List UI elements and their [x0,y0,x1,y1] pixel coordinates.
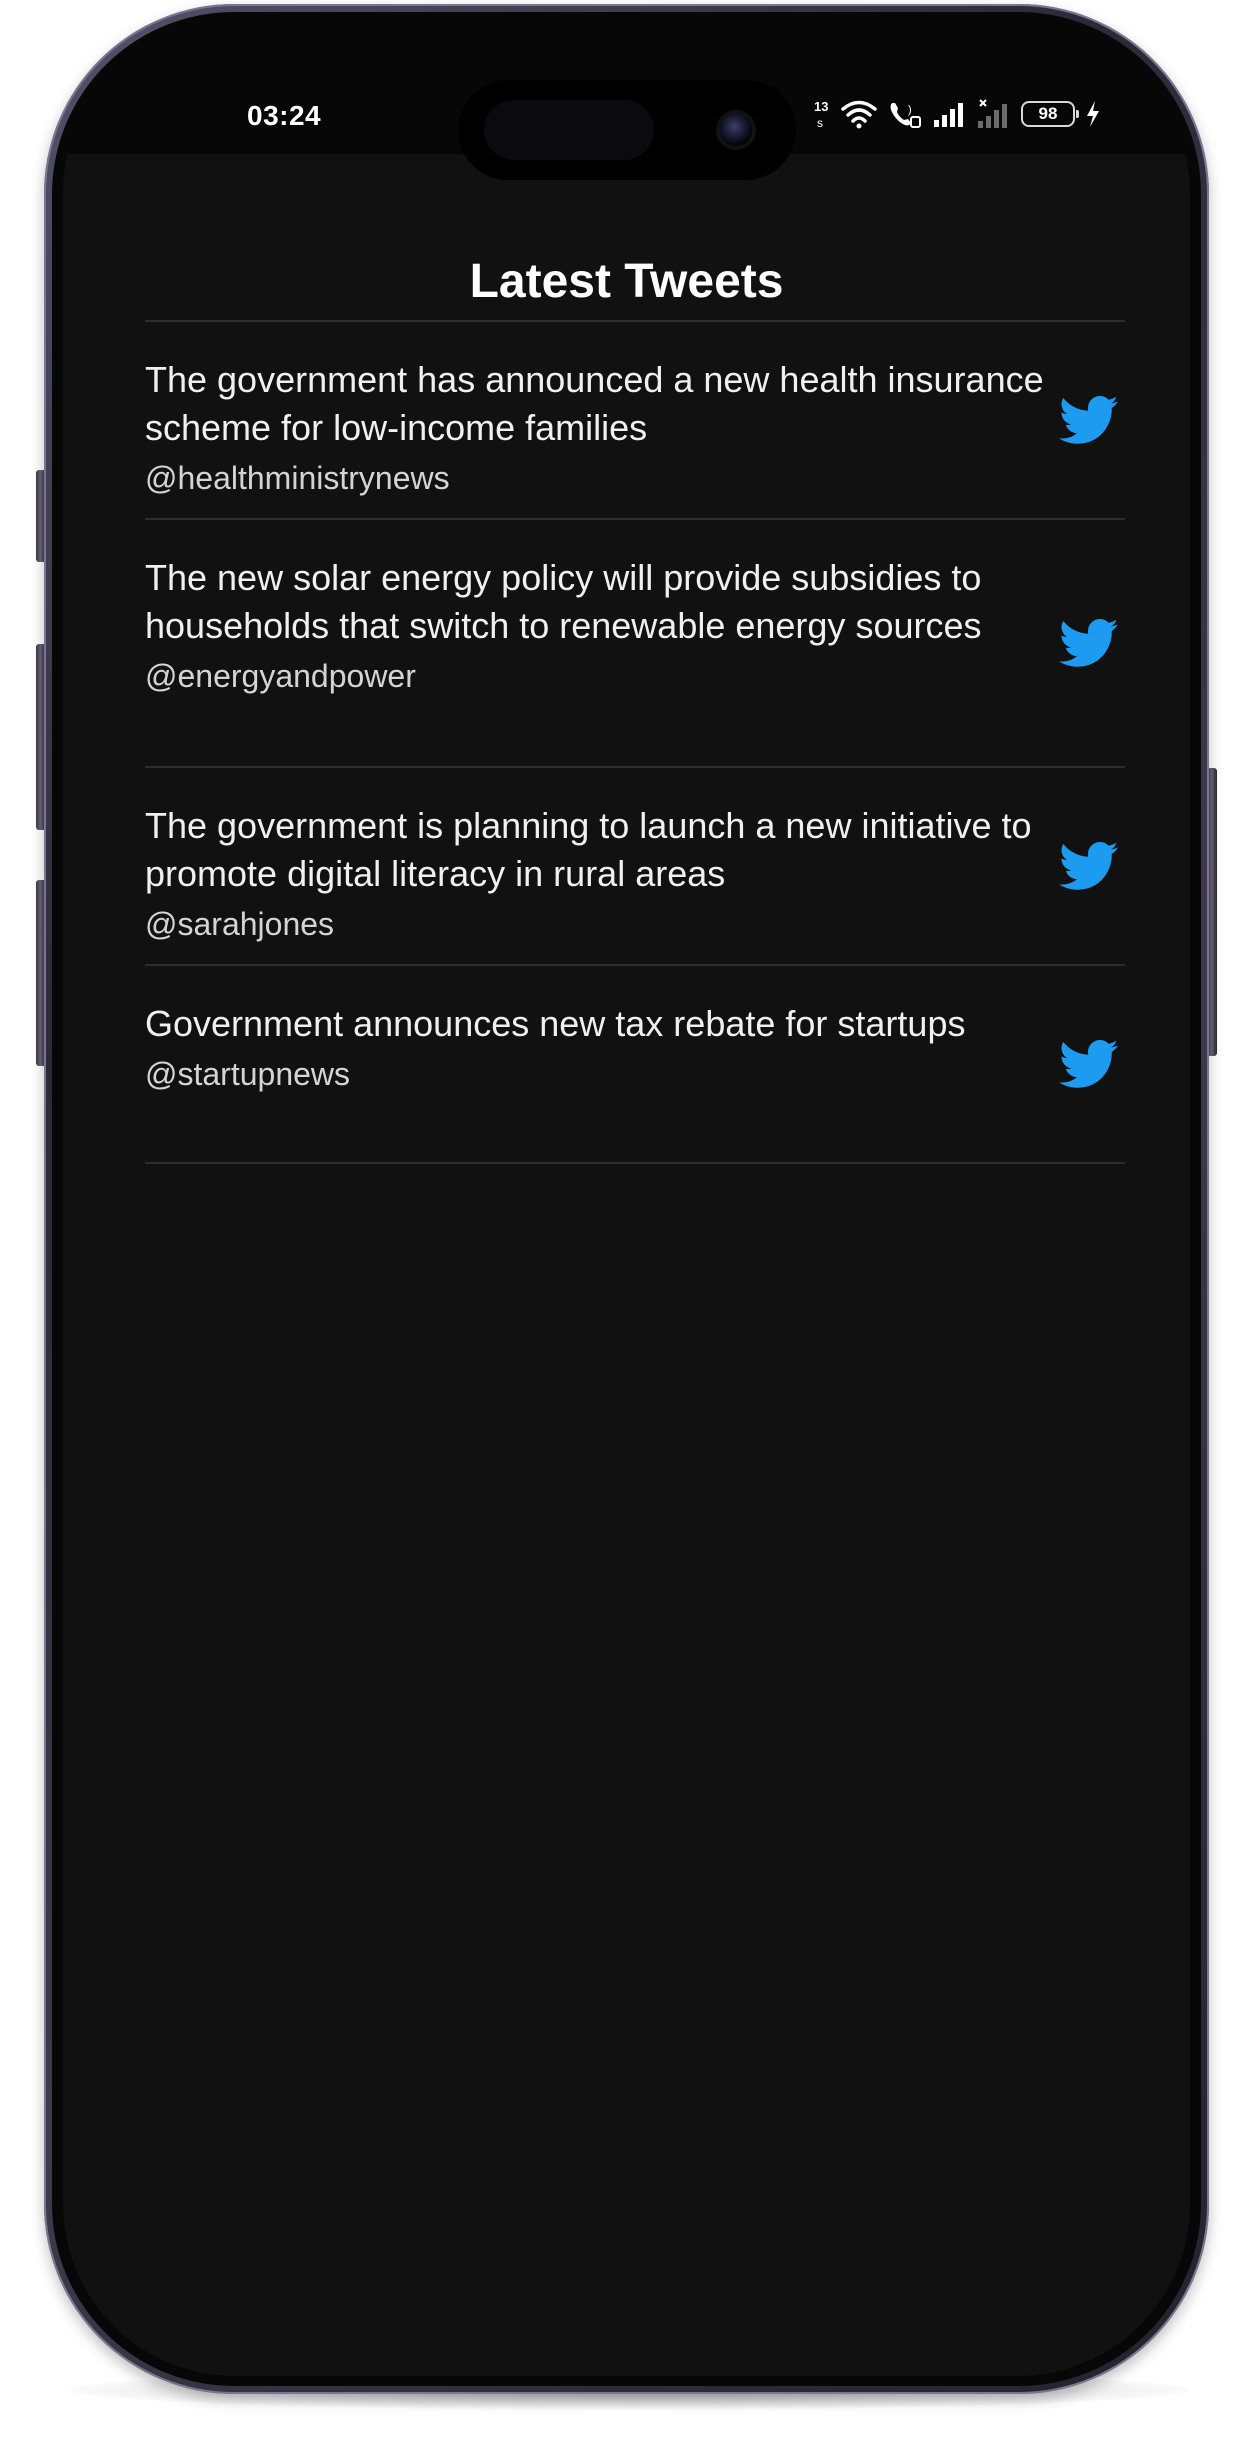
tweet-item[interactable]: Government announces new tax rebate for … [145,966,1125,1164]
tweet-body: The new solar energy policy will provide… [145,520,1059,696]
tweet-text: The new solar energy policy will provide… [145,557,982,646]
tweet-item[interactable]: The new solar energy policy will provide… [145,520,1125,768]
tweet-body: The government has announced a new healt… [145,322,1059,498]
wifi-icon [841,100,877,129]
status-bar: 03:24 13 s ) 98 [63,22,1190,180]
battery-icon: 98 [1021,101,1079,127]
tweet-text: The government has announced a new healt… [145,359,1044,448]
charging-icon [1087,101,1099,127]
tweet-body: Government announces new tax rebate for … [145,966,1059,1094]
island-sensor [484,100,654,160]
signal-icon [934,103,963,127]
tweet-handle[interactable]: @sarahjones [145,904,1059,944]
twitter-bird-icon[interactable] [1059,836,1119,896]
tweet-list: The government has announced a new healt… [145,320,1125,1164]
front-camera-icon [720,114,752,146]
volte-call-icon: ) [890,103,921,128]
page-title: Latest Tweets [469,255,784,308]
tweet-body: The government is planning to launch a n… [145,768,1059,944]
app-screen: 03:24 13 s ) 98 Latest Tweets The govern… [63,22,1190,2376]
status-time: 03:24 [247,100,322,131]
no-signal-icon [978,99,1007,128]
svg-text:): ) [908,104,912,116]
tweet-handle[interactable]: @startupnews [145,1054,1059,1094]
twitter-bird-icon[interactable] [1059,390,1119,450]
battery-level: 98 [1038,104,1058,123]
twitter-bird-icon[interactable] [1059,1034,1119,1094]
dynamic-island [458,80,796,180]
tweet-text: Government announces new tax rebate for … [145,1003,966,1044]
svg-text:s: s [817,116,823,130]
tweet-text: The government is planning to launch a n… [145,805,1032,894]
tweet-handle[interactable]: @energyandpower [145,656,1059,696]
tweet-item[interactable]: The government is planning to launch a n… [145,768,1125,966]
twitter-bird-icon[interactable] [1059,613,1119,673]
tweet-handle[interactable]: @healthministrynews [145,458,1059,498]
svg-text:13: 13 [814,99,828,114]
network-speed-icon: 13 s [814,99,828,130]
device-mockup: 03:24 13 s ) 98 Latest Tweets The govern… [0,0,1253,2464]
status-icons: 13 s ) 98 [813,94,1101,134]
tweet-item[interactable]: The government has announced a new healt… [145,322,1125,520]
